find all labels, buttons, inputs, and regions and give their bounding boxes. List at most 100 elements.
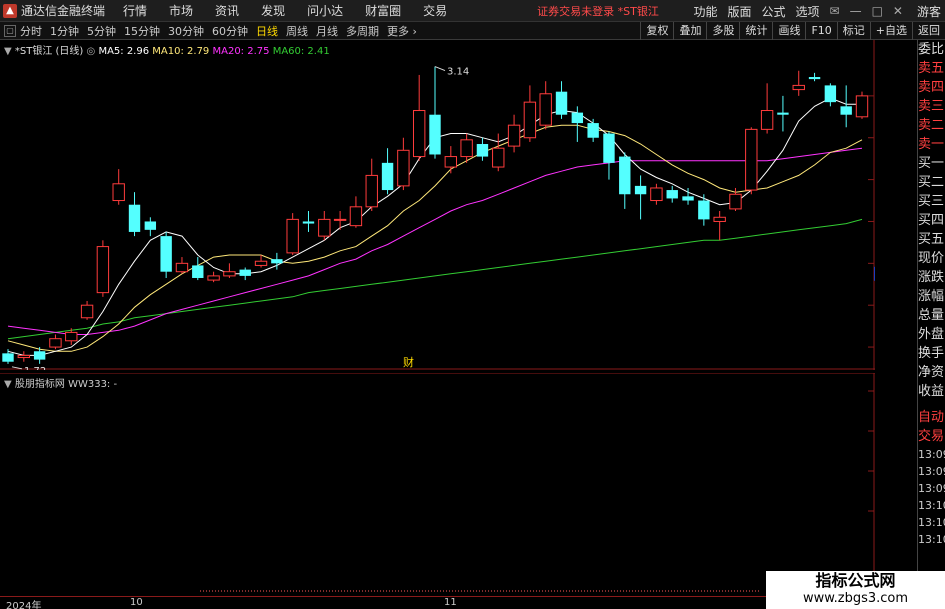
menu-layout[interactable]: 版面 xyxy=(727,3,751,20)
legend-collapse-icon[interactable]: ▼ xyxy=(4,46,12,57)
menu-function[interactable]: 功能 xyxy=(693,3,717,20)
stats-button[interactable]: 统计 xyxy=(739,22,772,40)
menu-market[interactable]: 市场 xyxy=(169,2,193,19)
candle xyxy=(603,131,615,180)
candle xyxy=(333,211,347,230)
candle-body xyxy=(223,271,236,277)
candle-body xyxy=(365,174,378,208)
multi-stock-button[interactable]: 多股 xyxy=(706,22,739,40)
menu-discover[interactable]: 发现 xyxy=(261,2,285,19)
user-guest[interactable]: 游客 xyxy=(917,3,941,20)
trade-time: 13:10 xyxy=(918,516,945,529)
period-multi[interactable]: 多周期 xyxy=(346,23,379,39)
trade-time: 13:10 xyxy=(918,533,945,546)
time-label-year: 2024年 xyxy=(6,601,42,609)
period-60min[interactable]: 60分钟 xyxy=(212,23,248,39)
quote-label: 买一 xyxy=(918,156,945,171)
adjust-button[interactable]: 复权 xyxy=(640,22,673,40)
quote-label: 买五 xyxy=(918,232,945,247)
period-30min[interactable]: 30分钟 xyxy=(168,23,204,39)
menu-ask[interactable]: 问小达 xyxy=(307,2,343,19)
candle-body xyxy=(682,196,694,201)
quote-label: 现价 xyxy=(918,251,945,266)
period-more[interactable]: 更多 › xyxy=(387,23,417,39)
candle xyxy=(840,85,852,128)
candle xyxy=(492,133,505,172)
candle-body xyxy=(333,218,347,221)
indicator-collapse-icon[interactable]: ▼ xyxy=(4,379,12,390)
candle xyxy=(698,194,710,226)
low-label: 1.72 xyxy=(24,366,46,370)
period-toolbar: ▢ 分时 1分钟 5分钟 15分钟 30分钟 60分钟 日线 周线 月线 多周期… xyxy=(0,22,945,40)
period-15min[interactable]: 15分钟 xyxy=(124,23,160,39)
back-button[interactable]: 返回 xyxy=(912,22,945,40)
candle xyxy=(160,231,172,278)
watermark-title: 指标公式网 xyxy=(815,571,896,590)
tdx-logo-icon: ▲ xyxy=(3,3,17,18)
candle-body xyxy=(160,236,172,272)
candle xyxy=(777,95,789,132)
candle xyxy=(808,72,821,82)
add-watchlist-button[interactable]: +自选 xyxy=(869,22,912,40)
period-daily[interactable]: 日线 xyxy=(256,23,278,39)
candle-body xyxy=(397,149,410,187)
candle xyxy=(745,127,758,195)
candle xyxy=(302,211,315,232)
watermark-url: www.zbgs3.com xyxy=(802,591,909,606)
legend-settings-icon[interactable]: ◎ xyxy=(87,46,96,57)
maximize-icon[interactable]: □ xyxy=(872,4,883,18)
finance-marker: 财 xyxy=(403,355,414,369)
overlay-button[interactable]: 叠加 xyxy=(673,22,706,40)
candle-body xyxy=(555,91,568,115)
menu-news[interactable]: 资讯 xyxy=(215,2,239,19)
legend-stock: *ST银江 (日线) xyxy=(14,46,84,57)
candle-body xyxy=(271,259,283,264)
period-5min[interactable]: 5分钟 xyxy=(87,23,116,39)
candle-body xyxy=(192,265,204,278)
message-icon[interactable]: ✉ xyxy=(830,4,840,18)
candle xyxy=(207,271,220,283)
candle xyxy=(855,91,869,119)
candle-body xyxy=(33,351,46,360)
collapse-icon[interactable]: ▢ xyxy=(4,24,16,37)
menu-options[interactable]: 选项 xyxy=(796,3,820,20)
candle xyxy=(539,81,552,130)
candle-body xyxy=(634,185,647,195)
period-weekly[interactable]: 周线 xyxy=(286,23,308,39)
candle xyxy=(223,263,236,278)
login-notice[interactable]: 证券交易未登录 *ST银江 xyxy=(537,3,659,19)
f10-button[interactable]: F10 xyxy=(805,22,836,40)
period-intraday[interactable]: 分时 xyxy=(20,23,42,39)
menu-trade[interactable]: 交易 xyxy=(423,2,447,19)
candle-body xyxy=(713,216,726,222)
candle-body xyxy=(760,110,774,130)
quote-label: 卖四 xyxy=(918,80,945,95)
menu-quotes[interactable]: 行情 xyxy=(123,2,147,19)
minimize-icon[interactable]: — xyxy=(850,4,862,18)
candle xyxy=(713,211,726,241)
period-1min[interactable]: 1分钟 xyxy=(50,23,79,39)
candle-body xyxy=(492,147,505,168)
draw-line-button[interactable]: 画线 xyxy=(772,22,805,40)
menu-formula[interactable]: 公式 xyxy=(761,3,785,20)
candlestick-chart[interactable]: 3.002.802.602.402.202.001.802.153.141.72… xyxy=(0,40,875,370)
candle xyxy=(634,175,647,220)
candle xyxy=(49,334,62,350)
candle xyxy=(555,81,568,119)
close-icon[interactable]: ✕ xyxy=(893,4,903,18)
candle-body xyxy=(65,331,78,342)
period-monthly[interactable]: 月线 xyxy=(316,23,338,39)
auto-trade-label[interactable]: 交易 xyxy=(918,427,945,446)
candle-body xyxy=(429,114,441,155)
candle xyxy=(365,158,378,211)
mark-button[interactable]: 标记 xyxy=(836,22,870,40)
candle-body xyxy=(2,353,14,362)
indicator-chart[interactable]: 2.642.642.642.64 xyxy=(0,373,875,596)
candle xyxy=(429,66,441,159)
auto-trade-label[interactable]: 自动 xyxy=(918,408,945,427)
candle xyxy=(96,240,110,297)
menu-wealth[interactable]: 财富圈 xyxy=(365,2,401,19)
candle-body xyxy=(144,221,157,230)
candle-body xyxy=(539,93,552,126)
candle-body xyxy=(777,112,789,115)
